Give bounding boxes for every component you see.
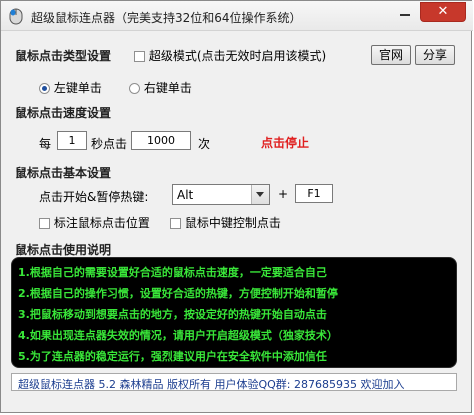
official-site-button[interactable]: 官网 bbox=[371, 45, 411, 65]
window-title: 超级鼠标连点器（完美支持32位和64位操作系统） bbox=[31, 11, 302, 25]
minimize-button[interactable] bbox=[392, 2, 418, 22]
speed-header: 鼠标点击速度设置 bbox=[15, 106, 112, 120]
seconds-input[interactable]: 1 bbox=[57, 131, 87, 150]
modifier-key-value: Alt bbox=[177, 188, 194, 202]
left-click-label: 左键单击 bbox=[53, 81, 102, 95]
click-status-text: 点击停止 bbox=[261, 136, 310, 150]
right-click-radio[interactable]: 右键单击 bbox=[129, 79, 192, 96]
left-click-radio-dot[interactable] bbox=[39, 83, 50, 94]
super-mode-checkbox[interactable]: 超级模式(点击无效时启用该模式) bbox=[134, 47, 326, 64]
basic-settings-header: 鼠标点击基本设置 bbox=[15, 166, 112, 180]
usage-line: 3.把鼠标移动到想要点击的地方，按设定好的热键开始自动点击 bbox=[18, 308, 327, 321]
mark-position-check-box[interactable] bbox=[39, 218, 50, 229]
speed-suffix: 次 bbox=[198, 137, 211, 151]
hotkey-label: 点击开始&暂停热键: bbox=[39, 190, 149, 204]
middle-click-checkbox[interactable]: 鼠标中键控制点击 bbox=[170, 214, 281, 231]
close-button[interactable]: ✕ bbox=[420, 2, 466, 22]
usage-header: 鼠标点击使用说明 bbox=[15, 243, 112, 257]
chevron-down-icon[interactable] bbox=[251, 185, 269, 204]
super-mode-check-box[interactable] bbox=[134, 51, 145, 62]
usage-line: 4.如果出现连点器失效的情况，请用户开启超级模式（独家技术） bbox=[18, 329, 338, 342]
usage-line: 5.为了连点器的稳定运行，强烈建议用户在安全软件中添加信任 bbox=[18, 350, 327, 363]
mark-position-checkbox[interactable]: 标注鼠标点击位置 bbox=[39, 214, 150, 231]
hotkey-input[interactable]: F1 bbox=[295, 184, 333, 203]
super-mode-label: 超级模式(点击无效时启用该模式) bbox=[148, 49, 327, 63]
middle-click-label: 鼠标中键控制点击 bbox=[184, 216, 281, 230]
status-bar-text: 超级鼠标连点器 5.2 森林精品 版权所有 用户体验QQ群: 287685935… bbox=[18, 378, 405, 391]
app-window: 超级鼠标连点器（完美支持32位和64位操作系统） ✕ 鼠标点击类型设置 超级模式… bbox=[0, 0, 473, 413]
right-click-label: 右键单击 bbox=[143, 81, 192, 95]
status-bar: 超级鼠标连点器 5.2 森林精品 版权所有 用户体验QQ群: 287685935… bbox=[11, 373, 457, 391]
modifier-key-select[interactable]: Alt bbox=[172, 184, 270, 205]
usage-line: 1.根据自己的需要设置好合适的鼠标点击速度，一定要适合自己 bbox=[18, 266, 327, 279]
click-type-header: 鼠标点击类型设置 bbox=[15, 49, 112, 63]
mark-position-label: 标注鼠标点击位置 bbox=[53, 216, 150, 230]
mouse-icon bbox=[9, 8, 23, 25]
title-bar[interactable]: 超级鼠标连点器（完美支持32位和64位操作系统） ✕ bbox=[1, 1, 473, 31]
share-button[interactable]: 分享 bbox=[415, 45, 455, 65]
middle-click-check-box[interactable] bbox=[170, 218, 181, 229]
close-icon: ✕ bbox=[437, 4, 449, 19]
main-panel: 鼠标点击类型设置 超级模式(点击无效时启用该模式) 官网 分享 左键单击 右键单… bbox=[7, 32, 467, 408]
speed-middle-label: 秒点击 bbox=[91, 137, 128, 151]
usage-line: 2.根据自己的操作习惯，设置好合适的热键，方便控制开始和暂停 bbox=[18, 287, 338, 300]
click-count-input[interactable]: 1000 bbox=[131, 131, 191, 150]
usage-instructions-panel: 1.根据自己的需要设置好合适的鼠标点击速度，一定要适合自己 2.根据自己的操作习… bbox=[11, 257, 457, 368]
plus-sign: + bbox=[278, 187, 289, 201]
speed-prefix: 每 bbox=[39, 137, 52, 151]
right-click-radio-dot[interactable] bbox=[129, 83, 140, 94]
left-click-radio[interactable]: 左键单击 bbox=[39, 79, 102, 96]
